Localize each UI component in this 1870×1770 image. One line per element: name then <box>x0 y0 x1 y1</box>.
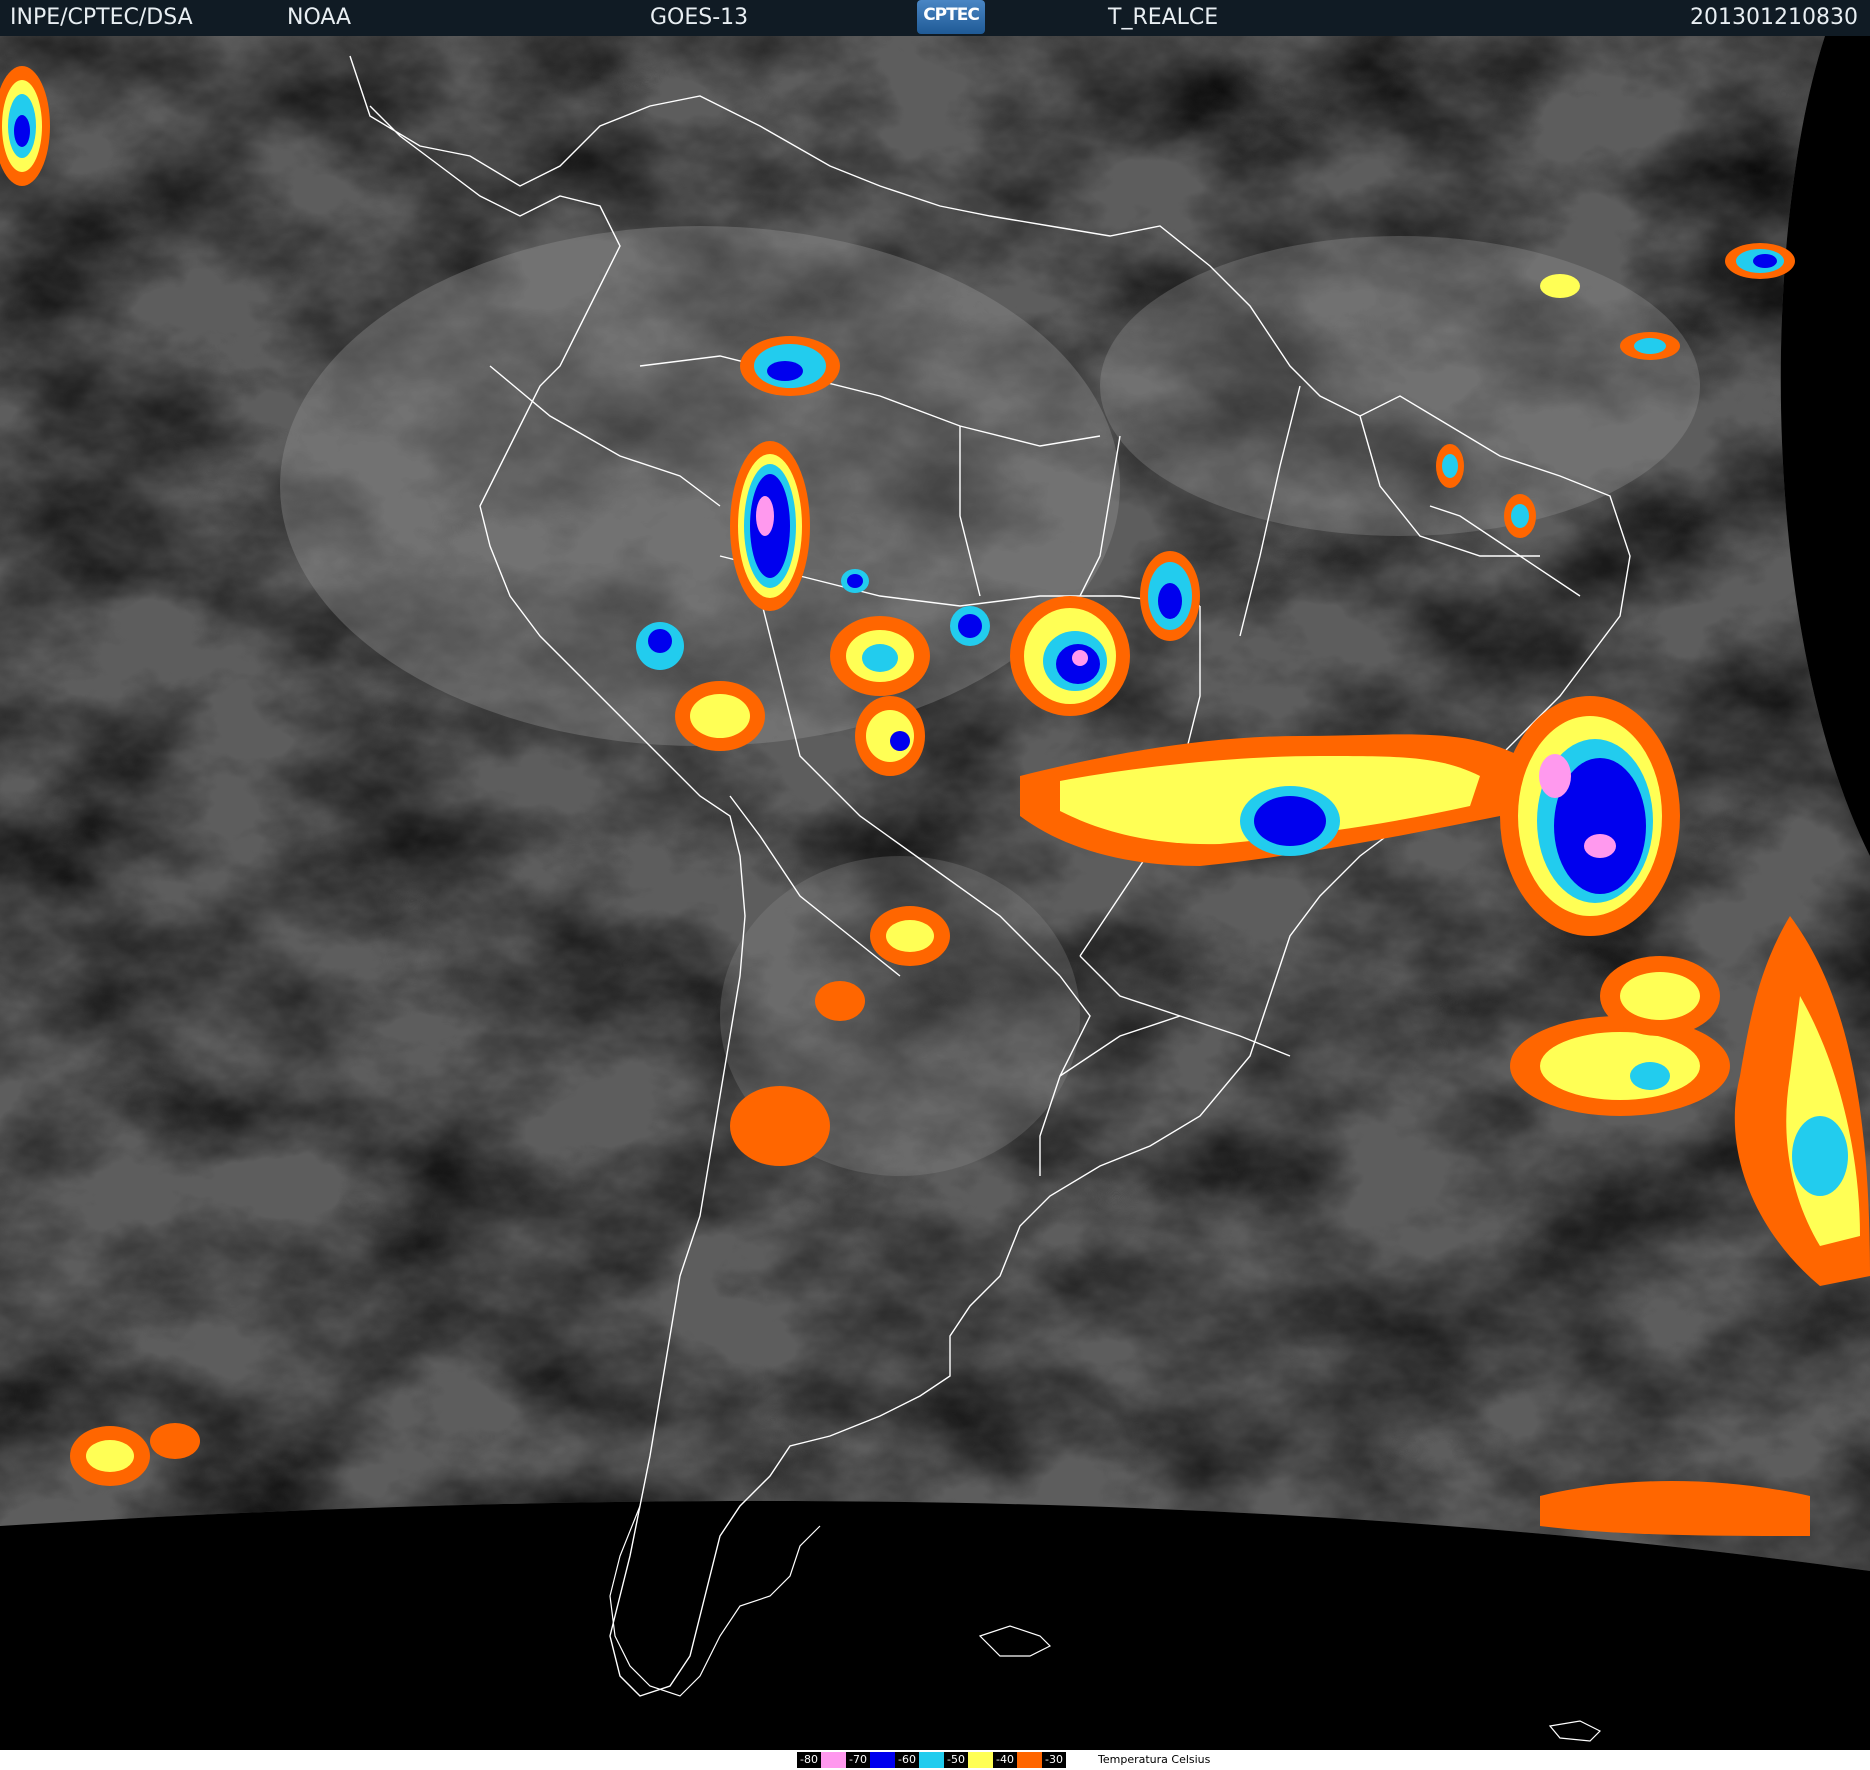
legend-label-40: -40 <box>993 1752 1017 1768</box>
satellite-map <box>0 36 1870 1742</box>
product-label: T_REALCE <box>1108 5 1219 30</box>
legend-label-50: -50 <box>944 1752 968 1768</box>
legend-label-80: -80 <box>797 1752 821 1768</box>
legend-swatch-70 <box>870 1752 895 1768</box>
legend-swatch-80 <box>821 1752 846 1768</box>
legend-swatch-40 <box>1017 1752 1042 1768</box>
satellite-label: GOES-13 <box>650 5 749 30</box>
header-bar: INPE/CPTEC/DSA NOAA GOES-13 CPTEC T_REAL… <box>0 0 1870 36</box>
legend-label-70: -70 <box>846 1752 870 1768</box>
legend-swatch-60 <box>919 1752 944 1768</box>
source-label: INPE/CPTEC/DSA <box>10 5 193 30</box>
legend-label-30: -30 <box>1042 1752 1066 1768</box>
legend-swatch-50 <box>968 1752 993 1768</box>
cptec-logo: CPTEC <box>917 0 985 34</box>
temperature-legend: -80 -70 -60 -50 -40 -30 Temperatura Cels… <box>0 1750 1870 1770</box>
agency-label: NOAA <box>287 5 352 30</box>
legend-unit: Temperatura Celsius <box>1098 1753 1211 1766</box>
patagonia-outline <box>609 1505 1602 1742</box>
timestamp-label: 201301210830 <box>1690 5 1858 30</box>
legend-label-60: -60 <box>895 1752 919 1768</box>
